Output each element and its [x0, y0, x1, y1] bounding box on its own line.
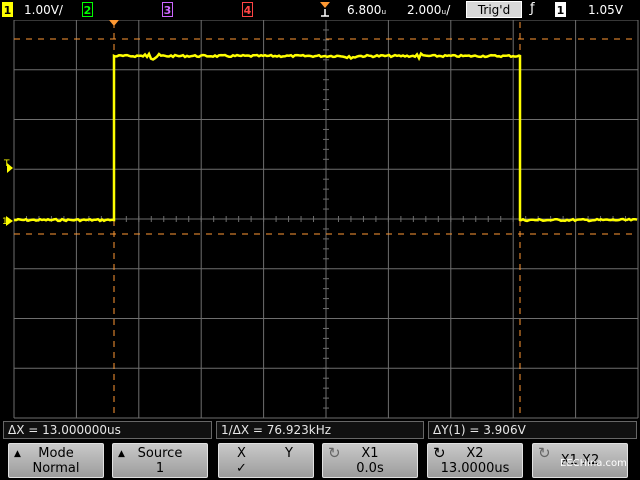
rotate-knob-icon: ↻ — [433, 444, 446, 462]
channel-1-scale[interactable]: 1.00V/ — [24, 2, 63, 18]
rotate-knob-icon: ↻ — [328, 444, 341, 462]
softkey-menu: ▲ Mode Normal ▲ Source 1 X Y ✓ ↻ X1 0.0s… — [0, 440, 640, 480]
y-option: Y — [285, 446, 293, 461]
cursor-readouts: ΔX = 13.000000us 1/ΔX = 76.923kHz ΔY(1) … — [0, 420, 640, 440]
xy-softkey[interactable]: X Y ✓ — [218, 443, 314, 478]
channel-3-indicator[interactable]: 3 — [162, 2, 173, 17]
x1-softkey[interactable]: ↻ X1 0.0s — [322, 443, 418, 478]
x1-value: 0.0s — [356, 461, 384, 476]
status-bar: 1 1.00V/ 2 3 4 6.800ᵤ 2.000ᵤ/ Trig'd ƒ 1… — [0, 0, 640, 20]
trigger-source[interactable]: 1 — [555, 2, 566, 17]
delta-x-readout: ΔX = 13.000000us — [3, 421, 212, 439]
x2-value: 13.0000us — [440, 461, 510, 476]
ground-marker-label: 1 — [2, 217, 8, 227]
mode-label: Mode — [38, 446, 74, 461]
source-value: 1 — [155, 461, 165, 476]
up-arrow-icon: ▲ — [118, 449, 125, 459]
rising-edge-icon: ƒ — [530, 1, 535, 16]
x2-softkey[interactable]: ↻ X2 13.0000us — [427, 443, 523, 478]
time-delay[interactable]: 6.800ᵤ — [347, 2, 386, 18]
channel-4-indicator[interactable]: 4 — [242, 2, 253, 17]
source-label: Source — [137, 446, 183, 461]
x-option: X — [237, 446, 246, 461]
channel-2-indicator[interactable]: 2 — [82, 2, 93, 17]
watermark: EECHina.com — [560, 458, 627, 469]
channel-1-indicator[interactable]: 1 — [2, 2, 13, 17]
inverse-delta-x-readout: 1/ΔX = 76.923kHz — [216, 421, 424, 439]
trigger-position-icon — [318, 0, 332, 22]
waveform-display[interactable]: T 1 — [0, 20, 640, 420]
source-softkey[interactable]: ▲ Source 1 — [112, 443, 208, 478]
mode-value: Normal — [32, 461, 80, 476]
mode-softkey[interactable]: ▲ Mode Normal — [8, 443, 104, 478]
trigger-status: Trig'd — [466, 1, 522, 18]
trigger-level-label: T — [3, 159, 10, 169]
up-arrow-icon: ▲ — [14, 449, 21, 459]
check-icon: ✓ — [236, 461, 247, 476]
time-scale[interactable]: 2.000ᵤ/ — [407, 2, 450, 18]
rotate-knob-icon: ↻ — [538, 444, 551, 462]
trigger-level[interactable]: 1.05V — [588, 2, 623, 18]
delta-y-readout: ΔY(1) = 3.906V — [428, 421, 637, 439]
